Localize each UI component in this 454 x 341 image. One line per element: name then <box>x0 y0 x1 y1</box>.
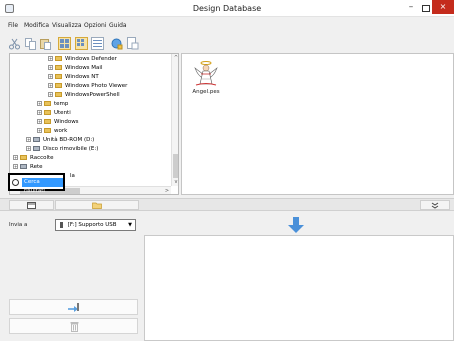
tree-item[interactable]: la <box>70 172 75 180</box>
cut-icon[interactable] <box>8 37 21 50</box>
destination-dropdown[interactable]: [F:] Supporto USB ▼ <box>55 219 136 231</box>
scroll-up-icon[interactable]: ^ <box>172 54 178 62</box>
libraries-icon <box>20 155 27 160</box>
tree-item[interactable]: + Utenti <box>37 109 71 117</box>
menu-visualizza[interactable]: Visualizza <box>52 22 82 29</box>
expand-icon[interactable]: + <box>48 74 53 79</box>
send-arrow-icon <box>68 303 79 312</box>
tree-item[interactable]: + temp <box>37 100 68 108</box>
copy-icon[interactable] <box>24 37 37 50</box>
scroll-down-icon[interactable]: v <box>172 178 178 186</box>
scroll-thumb[interactable] <box>173 154 178 178</box>
search-icon <box>12 179 19 186</box>
expand-icon[interactable]: + <box>37 110 42 115</box>
file-list-pane[interactable]: Angel.pes <box>181 53 454 195</box>
expand-icon[interactable]: + <box>48 56 53 61</box>
file-item[interactable]: Angel.pes <box>188 60 224 98</box>
usb-icon <box>60 221 63 228</box>
refresh-icon[interactable] <box>110 37 123 50</box>
expand-icon[interactable]: + <box>26 137 31 142</box>
medium-thumbnails-icon[interactable] <box>75 37 88 50</box>
search-results-node[interactable]: Cerca risultati <box>8 173 65 194</box>
tree-item[interactable]: + Windows Photo Viewer <box>48 82 127 90</box>
chevron-down-icon: ▼ <box>128 222 132 228</box>
details-view-icon[interactable] <box>91 37 104 50</box>
folder-icon <box>55 74 62 79</box>
expand-icon[interactable]: + <box>48 65 53 70</box>
expand-icon[interactable]: + <box>48 92 53 97</box>
window-title: Design Database <box>192 4 262 13</box>
expand-icon[interactable]: + <box>37 119 42 124</box>
folder-icon <box>44 101 51 106</box>
tree-item[interactable]: + Windows Mail <box>48 64 102 72</box>
delete-button[interactable] <box>9 318 138 334</box>
tree-item[interactable]: + Disco rimovibile (E:) <box>26 145 98 153</box>
large-thumbnails-icon[interactable] <box>58 37 71 50</box>
menu-modifica[interactable]: Modifica <box>24 22 49 29</box>
collapse-button[interactable] <box>420 200 450 210</box>
tree-item[interactable]: + Unità BD-ROM (D:) <box>26 136 94 144</box>
tree-item[interactable]: + Windows NT <box>48 73 99 81</box>
tree-item[interactable]: + work <box>37 127 67 135</box>
optical-drive-icon <box>33 137 40 142</box>
expand-icon[interactable]: + <box>13 164 18 169</box>
folder-icon <box>55 92 62 97</box>
folder-icon <box>55 56 62 61</box>
tree-item[interactable]: + Raccolte <box>13 154 54 162</box>
tree-item[interactable]: + WindowsPowerShell <box>48 91 120 99</box>
expand-icon[interactable]: + <box>26 146 31 151</box>
menu-file[interactable]: File <box>8 22 18 29</box>
tree-item[interactable]: + Windows Defender <box>48 55 117 63</box>
menu-opzioni[interactable]: Opzioni <box>84 22 107 29</box>
transfer-arrow-down-icon[interactable] <box>285 216 307 234</box>
expand-icon[interactable]: + <box>37 101 42 106</box>
paste-icon[interactable] <box>39 37 52 50</box>
expand-icon[interactable]: + <box>13 155 18 160</box>
middle-toolbar <box>0 198 454 211</box>
folder-icon <box>55 83 62 88</box>
minimize-button[interactable]: – <box>404 2 418 14</box>
menu-guida[interactable]: Guida <box>109 22 127 29</box>
maximize-button[interactable] <box>418 2 432 14</box>
angel-design-thumbnail <box>194 61 218 86</box>
double-chevron-down-icon <box>431 202 439 209</box>
tree-vertical-scrollbar[interactable]: ^ v <box>171 54 178 186</box>
window-icon <box>27 202 36 209</box>
send-to-label: Invia a <box>9 222 28 228</box>
properties-icon[interactable] <box>126 37 139 50</box>
folder-icon <box>44 110 51 115</box>
open-folder-button[interactable] <box>55 200 139 210</box>
send-button[interactable] <box>9 299 138 315</box>
expand-icon[interactable]: + <box>48 83 53 88</box>
tree-item[interactable]: + Rete <box>13 163 43 171</box>
tree-item[interactable]: + Windows <box>37 118 79 126</box>
view-toggle-button[interactable] <box>9 200 54 210</box>
folder-icon <box>44 128 51 133</box>
folder-icon <box>55 65 62 70</box>
title-bar: Design Database – × <box>0 0 454 17</box>
toolbar <box>0 36 454 52</box>
folder-icon <box>44 119 51 124</box>
network-icon <box>20 164 27 169</box>
removable-drive-icon <box>33 146 40 151</box>
file-name: Angel.pes <box>192 89 220 95</box>
expand-icon[interactable]: + <box>37 128 42 133</box>
close-button[interactable]: × <box>432 0 454 14</box>
transfer-list-area[interactable] <box>144 235 454 341</box>
menu-bar: File Modifica Visualizza Opzioni Guida <box>0 22 454 33</box>
folder-open-icon <box>92 202 102 209</box>
scroll-right-icon[interactable]: > <box>163 187 171 194</box>
trash-icon <box>70 322 79 332</box>
